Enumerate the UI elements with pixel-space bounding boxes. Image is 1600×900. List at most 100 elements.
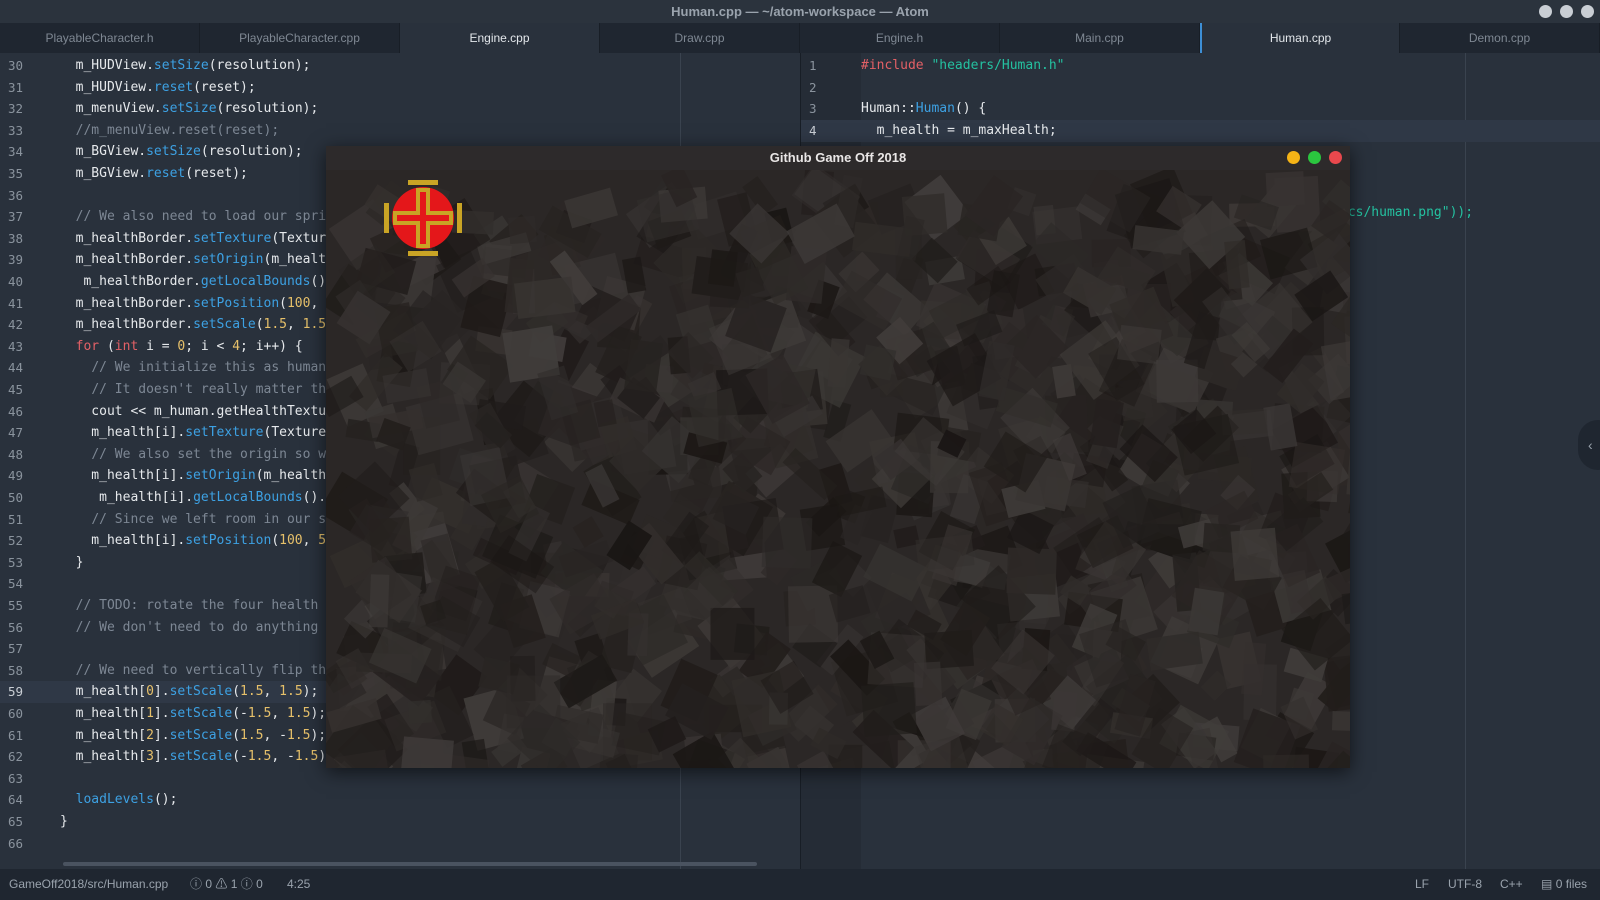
file-count[interactable]: ▤ 0 files [1541,869,1587,900]
window-titlebar: Human.cpp — ~/atom-workspace — Atom [0,0,1600,23]
rock-fragment [1051,690,1078,732]
encoding[interactable]: UTF-8 [1448,869,1482,900]
line-number: 35 [8,166,24,181]
code-line[interactable]: 32 m_menuView.setSize(resolution); [0,98,800,120]
rock-fragment [859,344,897,381]
code-line[interactable]: 66 [0,833,800,855]
code-line[interactable]: 64 loadLevels(); [0,789,800,811]
tab-draw-cpp[interactable]: Draw.cpp [600,23,800,53]
code-text: m_health[i].setOrigin(m_health[i] [60,468,350,484]
code-text: m_menuView.setSize(resolution); [60,101,319,117]
tab-bar: PlayableCharacter.h PlayableCharacter.cp… [0,23,1600,53]
code-line[interactable]: 65} [0,811,800,833]
code-line[interactable]: 2 [801,77,1600,99]
code-line[interactable]: 4 m_health = m_maxHealth; [801,119,1600,142]
maximize-button[interactable] [1560,5,1573,18]
line-number: 63 [8,770,24,786]
info-icon: ⓘ [240,877,253,891]
code-text: // We don't need to do anything [75,619,319,635]
code-text: m_health[i].getLocalBounds(). [60,490,327,505]
rock-fragment [893,525,920,549]
rock-fragment [897,740,951,768]
code-line[interactable]: 3 Human::Human() { [801,98,1600,120]
line-number: 38 [8,230,24,246]
code-line[interactable]: 33 //m_menuView.reset(reset); [0,120,800,142]
rock-fragment [1331,711,1350,732]
line-number: 62 [8,749,24,765]
close-button[interactable] [1581,5,1594,18]
diagnostics[interactable]: ⓘ 0 ⚠ 1 ⓘ 0 [190,869,263,900]
cursor-position[interactable]: 4:25 [287,869,310,900]
line-number: 59 [8,684,24,700]
line-number: 3 [809,101,817,117]
line-number: 34 [8,144,24,160]
code-text: m_health[2].setScale(1.5, -1.5); [60,727,327,743]
warning-icon: ⚠ [215,877,228,891]
rock-fragment [624,339,663,393]
code-line[interactable]: 1 #include "headers/Human.h" [801,55,1600,77]
rock-fragment [1348,490,1350,522]
tab-playablecharacter-h[interactable]: PlayableCharacter.h [0,23,200,53]
code-text: // TODO: rotate the four health [75,598,319,613]
tab-engine-cpp[interactable]: Engine.cpp [400,23,600,53]
code-text: } [60,814,68,829]
game-window[interactable]: Github Game Off 2018 [326,146,1350,768]
line-number: 56 [8,619,24,635]
game-window-titlebar: Github Game Off 2018 [326,146,1350,170]
maximize-button[interactable] [1308,151,1321,164]
code-text: m_health[3].setScale(-1.5, -1.5); [60,749,334,765]
tab-engine-h[interactable]: Engine.h [800,23,1000,53]
code-text: m_healthBorder.setScale(1.5, 1.5); [60,317,342,333]
line-ending[interactable]: LF [1415,869,1429,900]
code-text: // We initialize this as human [91,360,327,376]
close-button[interactable] [1329,151,1342,164]
line-number: 51 [8,511,24,527]
chevron-left-icon: ‹ [1588,437,1593,453]
code-text: m_HUDView.reset(reset); [60,79,256,95]
game-canvas[interactable] [326,170,1350,768]
minimize-button[interactable] [1287,151,1300,164]
code-line[interactable]: 31 m_HUDView.reset(reset); [0,77,800,99]
line-number: 65 [8,814,24,829]
rock-fragment [710,607,755,660]
code-text: loadLevels(); [75,792,178,808]
tab-playablecharacter-cpp[interactable]: PlayableCharacter.cpp [200,23,400,53]
line-number: 55 [8,598,24,613]
code-text: Human::Human() { [861,101,987,117]
code-line[interactable]: 30 m_HUDView.setSize(resolution); [0,55,800,77]
code-text: m_BGView.reset(reset); [60,166,248,181]
line-number: 52 [8,533,24,549]
line-number: 47 [8,425,24,441]
code-text: m_health[1].setScale(-1.5, 1.5); [60,706,327,721]
rock-fragment [913,661,943,706]
code-text: m_health = m_maxHealth; [861,122,1057,138]
code-line[interactable]: 63 [0,768,800,790]
tab-demon-cpp[interactable]: Demon.cpp [1400,23,1600,53]
game-window-title: Github Game Off 2018 [769,150,907,165]
error-icon: ⓘ [190,877,203,891]
grammar[interactable]: C++ [1500,869,1523,900]
line-number: 4 [809,122,817,138]
tab-main-cpp[interactable]: Main.cpp [1000,23,1200,53]
rock-fragment [915,534,975,571]
rock-fragment [513,276,576,320]
code-text: m_BGView.setSize(resolution); [60,144,303,160]
code-text: m_healthBorder.setPosition(100, 50); [60,295,358,311]
horizontal-scrollbar[interactable] [63,862,757,866]
code-text: //m_menuView.reset(reset); [75,122,280,138]
file-path[interactable]: GameOff2018/src/Human.cpp [9,869,168,900]
rock-fragment [368,516,413,563]
rock-fragment [1265,171,1306,207]
status-bar: GameOff2018/src/Human.cpp ⓘ 0 ⚠ 1 ⓘ 0 4:… [0,869,1600,900]
tab-human-cpp[interactable]: Human.cpp [1200,23,1400,53]
minimize-button[interactable] [1539,5,1552,18]
line-number: 50 [8,490,24,505]
window-controls [1539,5,1594,18]
line-number: 45 [8,382,24,397]
code-text: for (int i = 0; i < 4; i++) { [75,338,303,354]
game-window-controls [1287,151,1342,164]
rock-fragment [564,187,618,229]
code-text: // We need to vertically flip the [75,662,334,678]
line-number: 46 [8,403,24,419]
line-number: 44 [8,360,24,376]
